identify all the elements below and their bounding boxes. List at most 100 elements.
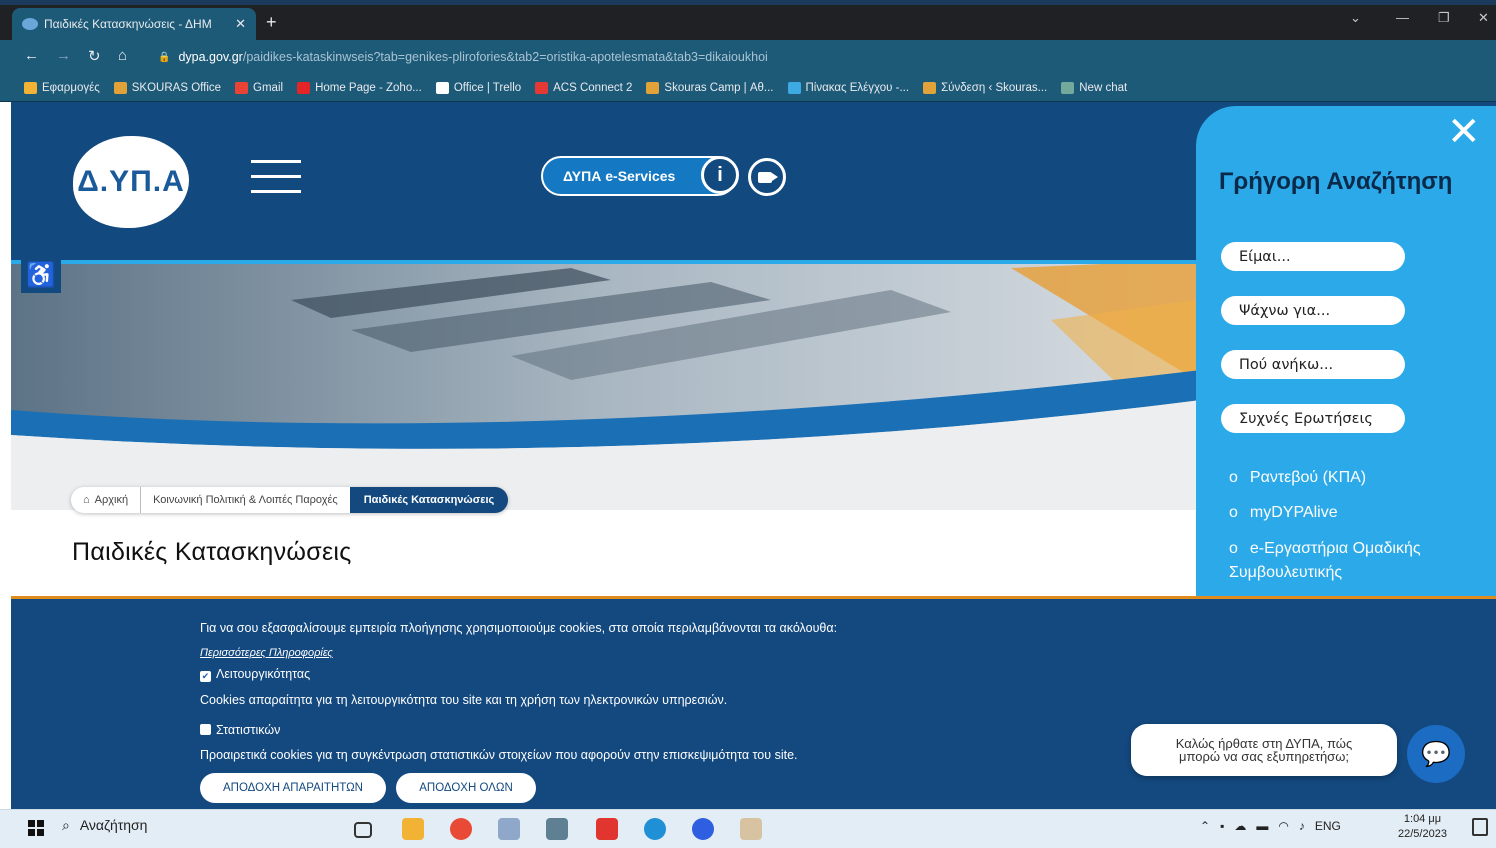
chevron-up-icon[interactable]: ⌃ [1200, 819, 1210, 833]
home-icon[interactable]: ⌂ [118, 47, 127, 64]
browser-tab[interactable]: Παιδικές Κατασκηνώσεις - ΔΗΜ ✕ [12, 8, 256, 40]
chat-greeting-bubble[interactable]: Καλώς ήρθατε στη ΔΥΠΑ, πώς μπορώ να σας … [1131, 724, 1397, 776]
home-icon: ⌂ [83, 494, 90, 506]
address-bar[interactable]: 🔒 dypa.gov.gr /paidikes-kataskinwseis?ta… [148, 45, 1288, 69]
functional-description: Cookies απαραίτητα για τη λειτουργικότητ… [200, 693, 728, 707]
breadcrumb-home[interactable]: ⌂ Αρχική [71, 487, 141, 513]
close-icon[interactable]: ✕ [1447, 112, 1481, 152]
close-window-button[interactable]: ✕ [1478, 10, 1489, 26]
battery-icon[interactable]: ▬ [1256, 819, 1268, 833]
taskbar-search-placeholder: Αναζήτηση [79, 817, 148, 833]
hamburger-menu-icon[interactable] [251, 158, 301, 194]
bookmarks-bar: Εφαρμογές SKOURAS Office Gmail Home Page… [0, 74, 1496, 102]
bookmark-skouras-camp[interactable]: Skouras Camp | Αθ... [646, 81, 774, 94]
skouras-icon [923, 81, 937, 94]
acs-icon [535, 81, 549, 94]
windows-start-icon[interactable] [28, 820, 44, 836]
tab-search-icon[interactable]: ⌄ [1350, 10, 1361, 26]
minimize-button[interactable]: — [1396, 10, 1409, 25]
mydypalive-link[interactable]: myDYPAlive [1229, 501, 1469, 525]
browser-toolbar: ← → ↻ ⌂ 🔒 dypa.gov.gr /paidikes-kataskin… [0, 40, 1496, 105]
file-explorer-icon[interactable] [402, 818, 424, 840]
chat-icon [1061, 81, 1075, 94]
hero-banner-image [11, 260, 1201, 510]
clock-time: 1:04 μμ [1403, 813, 1442, 825]
dashboard-icon [787, 81, 801, 94]
chat-open-button[interactable]: 💬 [1407, 725, 1465, 783]
cloud-icon[interactable]: ☁ [1234, 819, 1246, 833]
zoho-icon [297, 81, 311, 94]
taskbar-clock[interactable]: 1:04 μμ 22/5/2023 [1398, 812, 1447, 842]
new-tab-button[interactable]: + [266, 12, 277, 33]
bookmark-gmail[interactable]: Gmail [235, 81, 284, 94]
bookmark-skouras-login[interactable]: Σύνδεση ‹ Skouras... [923, 81, 1048, 94]
network-icon[interactable]: ▪ [1220, 819, 1224, 833]
bookmark-new-chat[interactable]: New chat [1061, 81, 1128, 94]
breadcrumb: ⌂ Αρχική Κοινωνική Πολιτική & Λοιπές Παρο… [71, 486, 509, 514]
accessibility-icon[interactable]: ♿ [21, 257, 61, 293]
gmail-icon [235, 81, 249, 94]
bookmark-label: Gmail [253, 81, 284, 94]
forward-icon[interactable]: → [56, 47, 71, 64]
tab-bar-accent [0, 0, 1496, 5]
calculator-icon[interactable] [546, 818, 568, 840]
cookie-intro: Για να σου εξασφαλίσουμε εμπειρία πλοήγη… [200, 621, 838, 635]
bookmark-label: Office | Trello [453, 81, 522, 94]
zoom-icon[interactable] [692, 818, 714, 840]
breadcrumb-home-label: Αρχική [94, 494, 129, 506]
functional-checkbox[interactable]: ✔ [200, 671, 211, 682]
more-info-link[interactable]: Περισσότερες Πληροφορίες [200, 647, 333, 659]
chrome-icon[interactable] [450, 818, 472, 840]
looking-for-button[interactable]: Ψάχνω για... [1221, 296, 1405, 325]
paint-icon[interactable] [740, 818, 762, 840]
accept-required-button[interactable]: ΑΠΟΔΟΧΗ ΑΠΑΡΑΙΤΗΤΩΝ [200, 773, 386, 803]
lock-icon: 🔒 [158, 51, 171, 63]
breadcrumb-social-policy[interactable]: Κοινωνική Πολιτική & Λοιπές Παροχές [140, 487, 350, 513]
back-icon[interactable]: ← [24, 47, 39, 64]
bookmark-dashboard[interactable]: Πίνακας Ελέγχου -... [787, 81, 909, 94]
site-favicon-icon [22, 18, 38, 30]
anydesk-icon[interactable] [596, 818, 618, 840]
iam-button[interactable]: Είμαι... [1221, 242, 1405, 271]
wifi-icon[interactable]: ◠ [1278, 819, 1288, 833]
edge-icon[interactable] [644, 818, 666, 840]
functional-label: Λειτουργικότητας [216, 667, 311, 681]
stats-cookies-option[interactable]: Στατιστικών [200, 723, 280, 737]
app-icon[interactable] [498, 818, 520, 840]
bookmark-trello[interactable]: Office | Trello [435, 81, 522, 94]
bookmark-acs[interactable]: ACS Connect 2 [535, 81, 633, 94]
bookmark-apps[interactable]: Εφαρμογές [24, 81, 100, 94]
tab-title: Παιδικές Κατασκηνώσεις - ΔΗΜ [44, 17, 212, 31]
notifications-icon[interactable] [1472, 818, 1488, 836]
chat-bubble-icon: 💬 [1421, 740, 1451, 768]
language-indicator[interactable]: ENG [1315, 819, 1341, 833]
functional-cookies-option[interactable]: ✔ Λειτουργικότητας [200, 667, 310, 682]
appointment-link[interactable]: Ραντεβού (ΚΠΑ) [1229, 466, 1469, 490]
maximize-button[interactable]: ❐ [1438, 10, 1450, 26]
bookmark-label: New chat [1079, 81, 1128, 94]
where-belong-button[interactable]: Πού ανήκω... [1221, 350, 1405, 379]
skouras-icon [646, 81, 660, 94]
bookmark-label: ACS Connect 2 [553, 81, 633, 94]
faq-button[interactable]: Συχνές Ερωτήσεις [1221, 404, 1405, 433]
info-icon[interactable]: i [701, 156, 739, 194]
task-view-icon[interactable] [354, 822, 372, 838]
taskbar-search[interactable]: ⌕ Αναζήτηση [62, 817, 147, 834]
chat-greeting-line2: μπορώ να σας εξυπηρετήσω; [1179, 749, 1349, 764]
e-workshops-link[interactable]: e-Εργαστήρια Ομαδικής Συμβουλευτικής [1229, 537, 1469, 585]
video-camera-icon[interactable] [748, 158, 786, 196]
accept-all-button[interactable]: ΑΠΟΔΟΧΗ ΟΛΩΝ [396, 773, 536, 803]
bookmark-skouras-office[interactable]: SKOURAS Office [113, 81, 221, 94]
stats-checkbox[interactable] [200, 724, 211, 735]
volume-icon[interactable]: ♪ [1299, 819, 1305, 833]
bookmark-label: Σύνδεση ‹ Skouras... [941, 81, 1048, 94]
reload-icon[interactable]: ↻ [88, 47, 101, 65]
bookmark-zoho[interactable]: Home Page - Zoho... [297, 81, 422, 94]
bookmark-label: Home Page - Zoho... [315, 81, 422, 94]
browser-tab-bar: Παιδικές Κατασκηνώσεις - ΔΗΜ ✕ + ⌄ — ❐ ✕ [0, 0, 1496, 40]
trello-icon [435, 81, 449, 94]
stats-description: Προαιρετικά cookies για τη συγκέντρωση σ… [200, 748, 798, 762]
tab-close-icon[interactable]: ✕ [235, 16, 246, 32]
bookmark-label: Skouras Camp | Αθ... [664, 81, 774, 94]
url-domain: dypa.gov.gr [178, 50, 243, 64]
